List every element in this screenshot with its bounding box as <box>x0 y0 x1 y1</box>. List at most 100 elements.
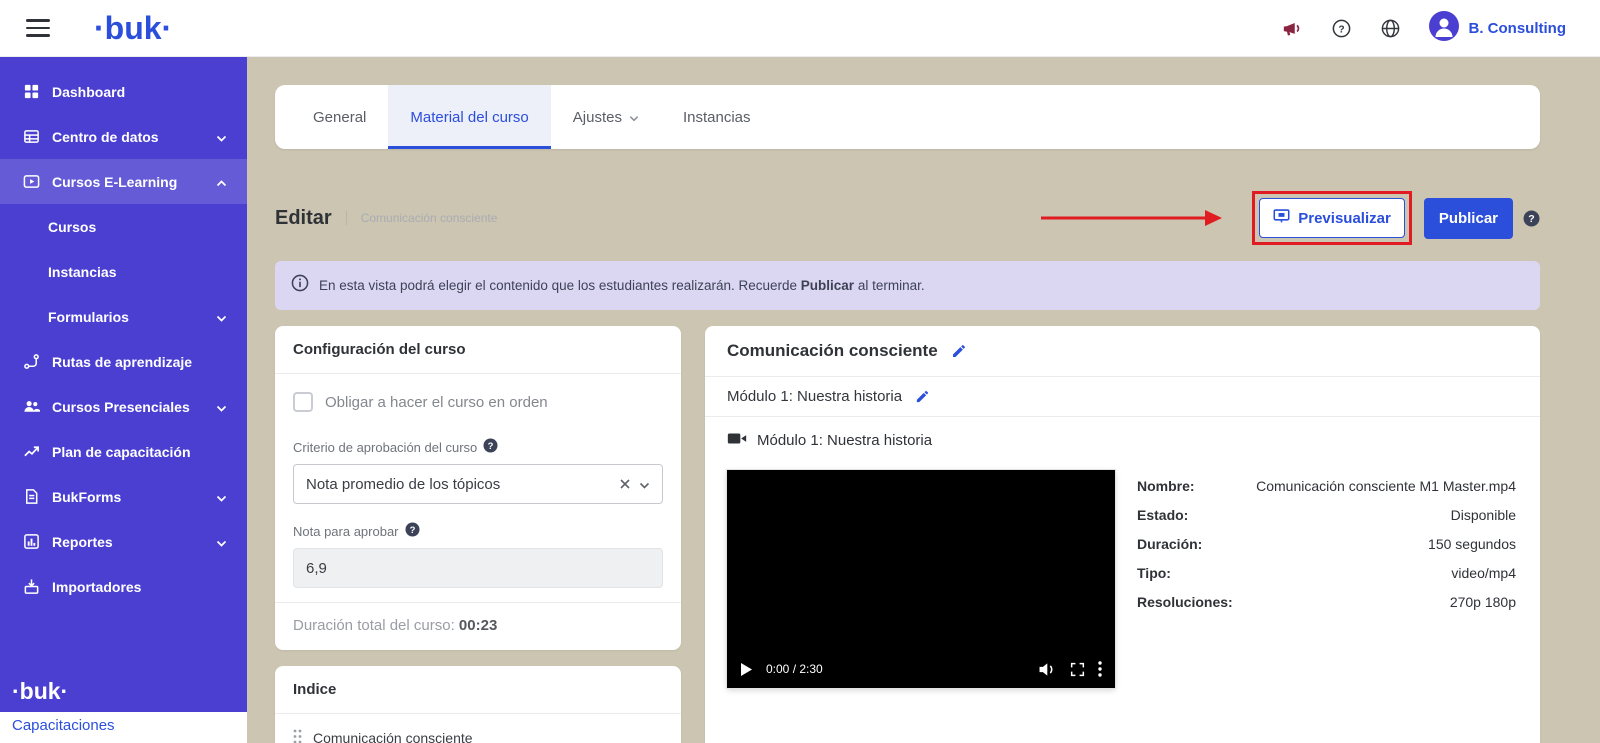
fullscreen-icon[interactable] <box>1070 662 1085 677</box>
svg-text:?: ? <box>1528 213 1534 225</box>
sidebar-item-formularios[interactable]: Formularios <box>0 294 247 339</box>
preview-button-label: Previsualizar <box>1298 210 1391 227</box>
avatar <box>1429 11 1459 46</box>
sidebar-item-label: Cursos Presenciales <box>52 399 204 415</box>
video-time: 0:00 / 2:30 <box>766 662 823 676</box>
index-item-label: Comunicación consciente <box>313 730 473 743</box>
kebab-menu-icon[interactable] <box>1098 661 1102 677</box>
order-checkbox[interactable] <box>293 392 313 412</box>
publish-button[interactable]: Publicar <box>1424 198 1513 239</box>
detail-label: Resoluciones: <box>1137 594 1233 610</box>
user-name: B. Consulting <box>1469 20 1567 37</box>
course-config-card: Configuración del curso Obligar a hacer … <box>275 326 681 650</box>
publish-help-icon[interactable]: ? <box>1523 210 1540 227</box>
video-list-item[interactable]: Módulo 1: Nuestra historia <box>705 417 1540 456</box>
detail-row: Estado: Disponible <box>1137 507 1516 523</box>
detail-label: Nombre: <box>1137 478 1195 494</box>
drag-handle-icon[interactable] <box>293 729 302 743</box>
sidebar-item-plan-de-capacitacion[interactable]: Plan de capacitación <box>0 429 247 474</box>
detail-row: Nombre: Comunicación consciente M1 Maste… <box>1137 478 1516 494</box>
sidebar-item-label: Importadores <box>52 579 227 595</box>
sidebar: Dashboard Centro de datos Cursos E-Learn… <box>0 57 247 743</box>
tab-instancias[interactable]: Instancias <box>661 85 773 149</box>
index-card: Indice Comunicación consciente <box>275 666 681 743</box>
sidebar-item-dashboard[interactable]: Dashboard <box>0 69 247 114</box>
trending-chart-icon <box>22 443 40 460</box>
nota-aprobar-input[interactable] <box>293 548 663 588</box>
edit-module-title-icon[interactable] <box>915 389 930 404</box>
sidebar-item-bukforms[interactable]: BukForms <box>0 474 247 519</box>
criterio-select-value: Nota promedio de los tópicos <box>306 476 611 493</box>
capacitaciones-link[interactable]: Capacitaciones <box>0 712 247 743</box>
criterio-label-text: Criterio de aprobación del curso <box>293 440 477 455</box>
tab-label: General <box>313 109 366 126</box>
detail-value: Comunicación consciente M1 Master.mp4 <box>1256 478 1516 494</box>
video-controls: 0:00 / 2:30 <box>727 650 1115 688</box>
criterio-field-label: Criterio de aprobación del curso ? <box>293 438 663 456</box>
tab-material-del-curso[interactable]: Material del curso <box>388 85 550 149</box>
learning-path-icon <box>22 353 40 370</box>
buk-logo[interactable]: ·buk· <box>94 10 172 47</box>
volume-icon[interactable] <box>1038 662 1057 677</box>
page-title: Editar <box>275 207 332 230</box>
index-list-item[interactable]: Comunicación consciente <box>275 714 681 743</box>
annotation-arrow <box>1039 207 1224 229</box>
info-icon <box>291 274 309 297</box>
course-duration: Duración total del curso: 00:23 <box>275 602 681 650</box>
preview-button[interactable]: Previsualizar <box>1259 198 1405 238</box>
clear-icon[interactable] <box>620 476 630 493</box>
sidebar-item-importadores[interactable]: Importadores <box>0 564 247 609</box>
megaphone-icon[interactable] <box>1281 18 1303 38</box>
tab-label: Instancias <box>683 109 751 126</box>
svg-text:?: ? <box>488 441 494 452</box>
nota-field-label: Nota para aprobar ? <box>293 522 663 540</box>
data-center-icon <box>22 128 40 145</box>
criterio-help-icon[interactable]: ? <box>483 438 498 456</box>
sidebar-item-instancias[interactable]: Instancias <box>0 249 247 294</box>
tab-ajustes[interactable]: Ajustes <box>551 85 661 149</box>
video-player[interactable]: 0:00 / 2:30 <box>727 470 1115 688</box>
nota-help-icon[interactable]: ? <box>405 522 420 540</box>
user-menu[interactable]: B. Consulting <box>1429 11 1567 46</box>
detail-label: Duración: <box>1137 536 1202 552</box>
sidebar-item-cursos-e-learning[interactable]: Cursos E-Learning <box>0 159 247 204</box>
elearning-icon <box>22 173 40 190</box>
sidebar-item-rutas-de-aprendizaje[interactable]: Rutas de aprendizaje <box>0 339 247 384</box>
chevron-up-icon <box>216 174 227 190</box>
tab-general[interactable]: General <box>291 85 388 149</box>
sidebar-item-cursos-presenciales[interactable]: Cursos Presenciales <box>0 384 247 429</box>
tab-label: Ajustes <box>573 109 622 126</box>
sidebar-item-label: Plan de capacitación <box>52 444 227 460</box>
chevron-down-icon <box>216 309 227 325</box>
dashboard-icon <box>22 83 40 100</box>
chevron-down-icon <box>216 489 227 505</box>
help-icon[interactable]: ? <box>1331 18 1352 39</box>
sidebar-item-label: Rutas de aprendizaje <box>52 354 227 370</box>
banner-text-after: al terminar. <box>854 278 925 293</box>
video-camera-icon <box>727 431 747 450</box>
detail-value: 270p 180p <box>1450 594 1516 610</box>
import-icon <box>22 578 40 595</box>
edit-course-title-icon[interactable] <box>951 343 967 359</box>
nota-label-text: Nota para aprobar <box>293 524 399 539</box>
preview-screen-icon <box>1273 208 1290 228</box>
sidebar-item-cursos[interactable]: Cursos <box>0 204 247 249</box>
hamburger-menu-icon[interactable] <box>26 19 50 37</box>
info-banner: En esta vista podrá elegir el contenido … <box>275 261 1540 310</box>
svg-text:?: ? <box>1338 24 1344 35</box>
globe-icon[interactable] <box>1380 18 1401 39</box>
edit-header: Editar Comunicación consciente Previsual… <box>275 191 1540 245</box>
topbar-actions: ? B. Consulting <box>1281 11 1567 46</box>
chevron-down-icon <box>216 129 227 145</box>
module-title: Módulo 1: Nuestra historia <box>727 388 902 405</box>
sidebar-item-reportes[interactable]: Reportes <box>0 519 247 564</box>
criterio-select[interactable]: Nota promedio de los tópicos <box>293 464 663 504</box>
course-title: Comunicación consciente <box>727 341 938 361</box>
sidebar-item-label: Dashboard <box>52 84 227 100</box>
play-icon[interactable] <box>740 662 753 677</box>
sidebar-item-centro-de-datos[interactable]: Centro de datos <box>0 114 247 159</box>
sidebar-item-label: Cursos E-Learning <box>52 174 204 190</box>
svg-text:?: ? <box>409 525 415 536</box>
index-card-title: Indice <box>275 666 681 714</box>
sidebar-footer: ·buk· Capacitaciones <box>0 678 247 743</box>
